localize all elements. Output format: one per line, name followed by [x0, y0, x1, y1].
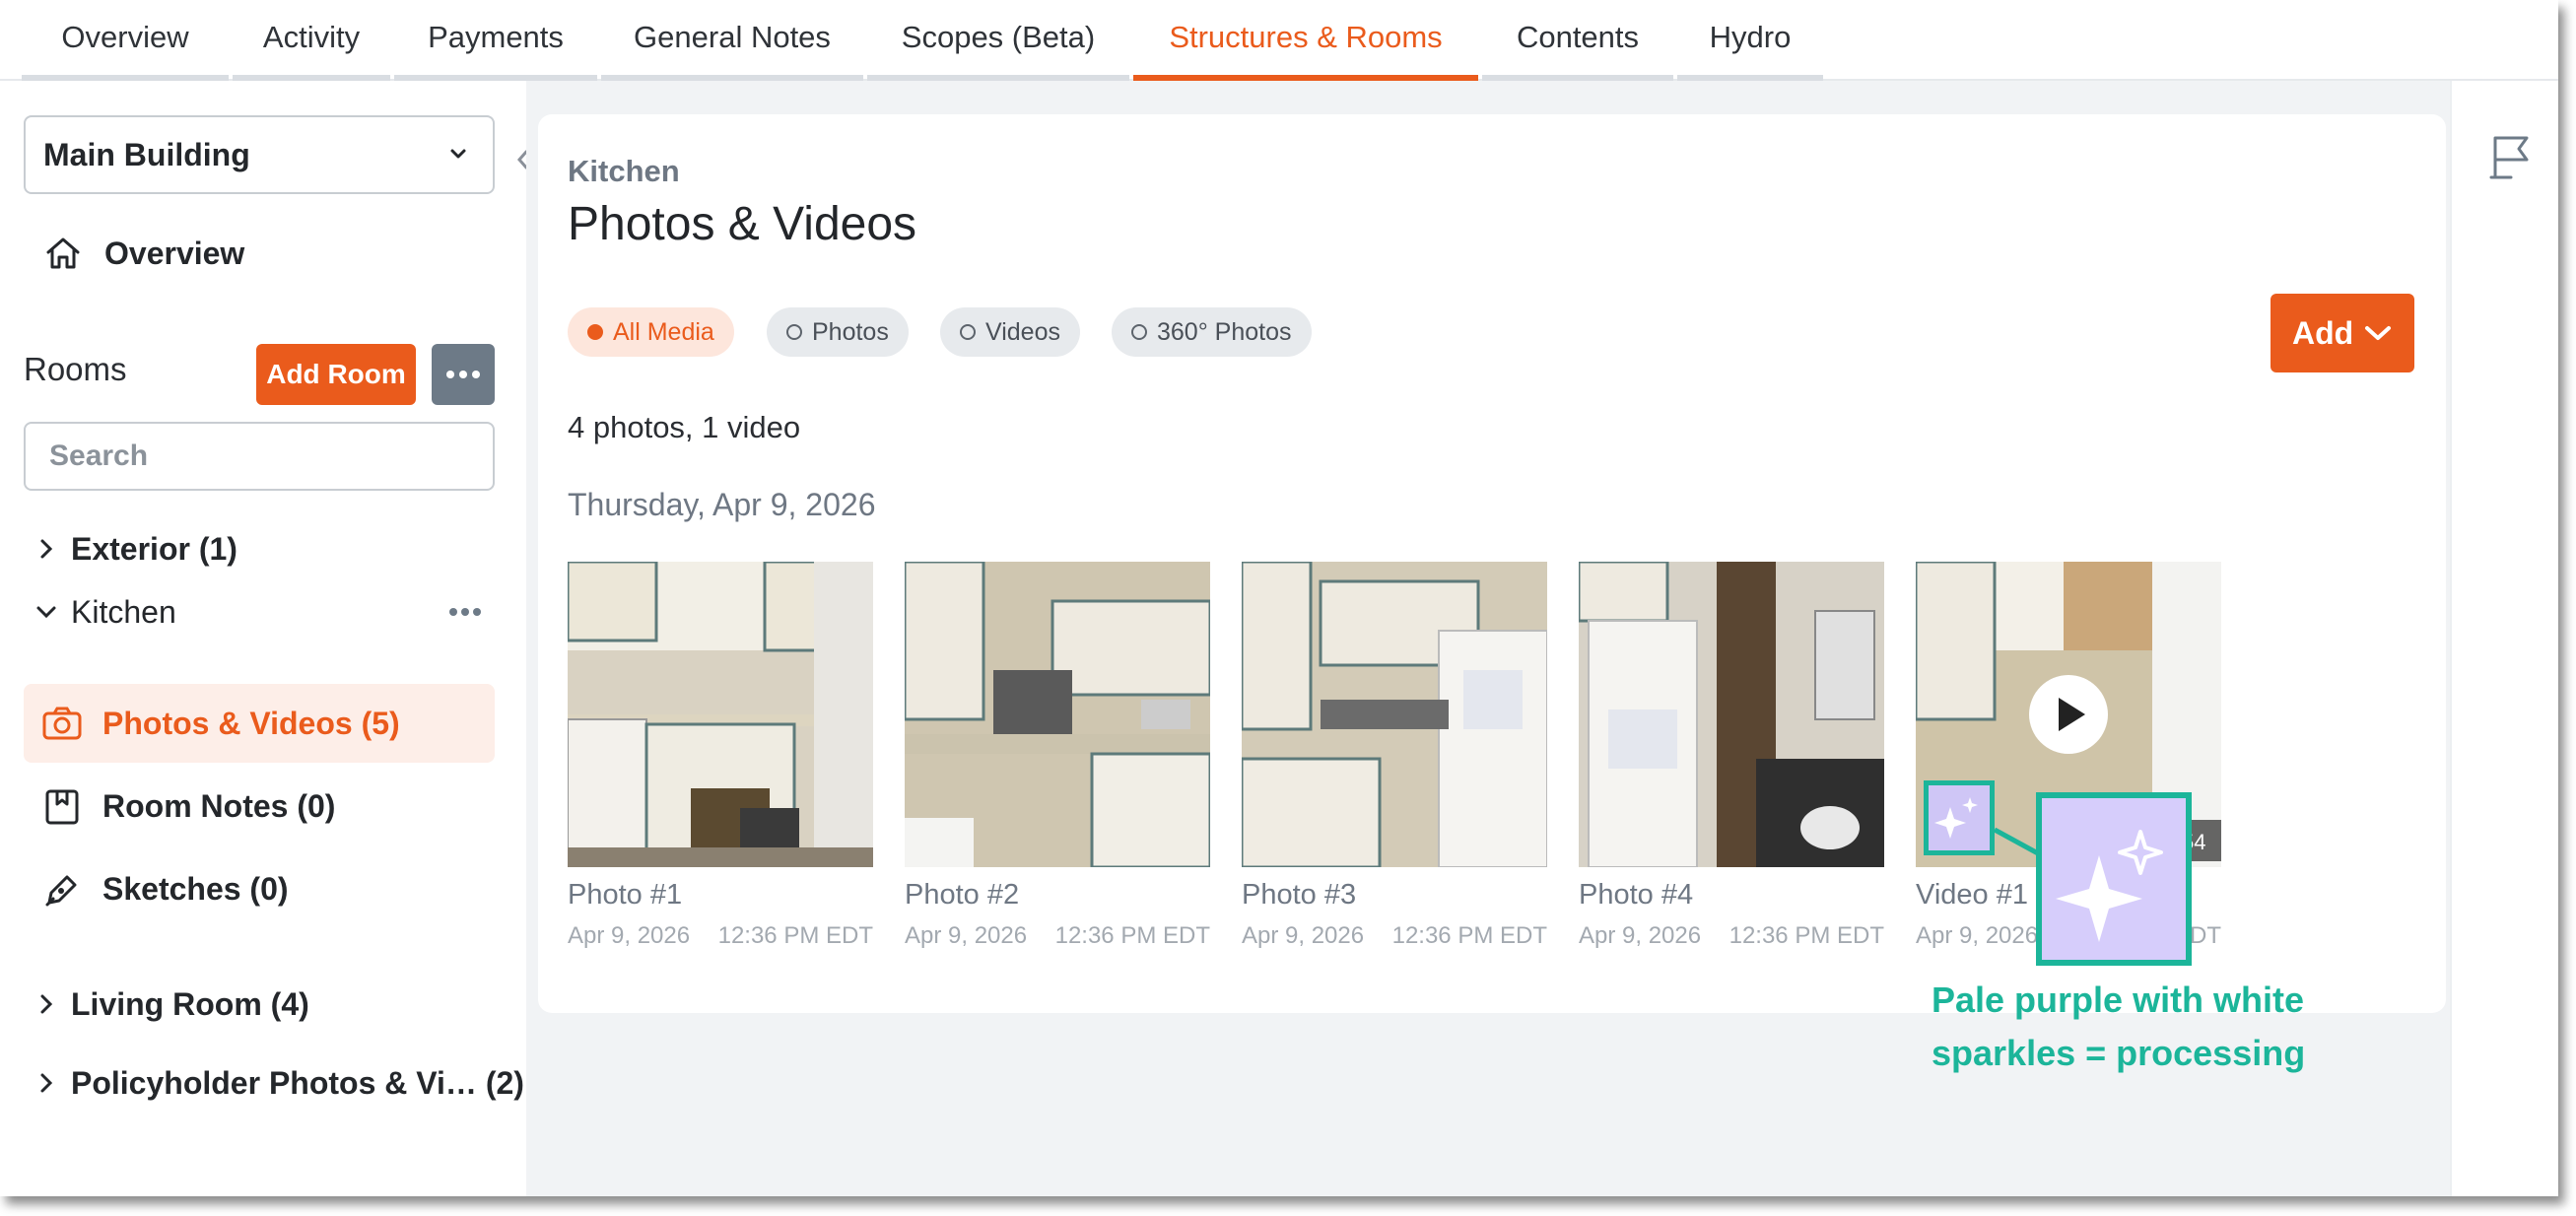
filter-label: All Media: [613, 317, 714, 346]
sparkles-icon: [2056, 830, 2163, 942]
media-time: 12:36 PM EDT: [1729, 922, 1884, 949]
media-date: Apr 9, 2026: [1242, 922, 1365, 949]
media-thumbnail-photo-3[interactable]: [1242, 562, 1547, 867]
sidebar-item-sketches[interactable]: Sketches (0): [24, 849, 495, 928]
tab-structures-rooms[interactable]: Structures & Rooms: [1133, 0, 1478, 81]
media-count: 4 photos, 1 video: [568, 410, 801, 444]
media-thumbnail-photo-1[interactable]: [568, 562, 873, 867]
note-icon: [45, 789, 79, 825]
rooms-more-button[interactable]: [432, 344, 495, 405]
filter-videos[interactable]: Videos: [940, 307, 1080, 357]
home-icon: [46, 237, 80, 269]
tree-item-label: Exterior (1): [71, 530, 237, 567]
sidebar-item-photos-videos[interactable]: Photos & Videos (5): [24, 684, 495, 763]
media-date: Apr 9, 2026: [905, 922, 1028, 949]
right-rail: [2450, 81, 2558, 1196]
more-horizontal-icon: [446, 371, 480, 378]
media-time: 12:36 PM EDT: [1391, 922, 1547, 949]
breadcrumb: Kitchen: [568, 154, 680, 188]
nav-overview[interactable]: Overview: [43, 229, 244, 278]
add-media-button[interactable]: Add: [2271, 294, 2414, 372]
media-thumbnail-photo-2[interactable]: [905, 562, 1210, 867]
kitchen-more-icon[interactable]: [445, 597, 485, 627]
app-window: Overview Activity Payments General Notes…: [0, 0, 2558, 1196]
filter-photos[interactable]: Photos: [767, 307, 909, 357]
media-date: Apr 9, 2026: [1916, 922, 2039, 949]
tab-activity[interactable]: Activity: [233, 0, 390, 81]
filter-all-media[interactable]: All Media: [568, 307, 734, 357]
tree-item-exterior[interactable]: Exterior (1): [35, 524, 237, 574]
media-label-photo-3[interactable]: Photo #3: [1242, 879, 1356, 912]
building-select-value: Main Building: [43, 136, 250, 172]
media-time: 12:36 PM EDT: [1054, 922, 1210, 949]
add-media-label: Add: [2292, 314, 2354, 351]
tree-item-policyholder[interactable]: Policyholder Photos & Vi… (2): [35, 1058, 524, 1108]
date-heading: Thursday, Apr 9, 2026: [568, 487, 876, 522]
filter-360-photos[interactable]: 360° Photos: [1112, 307, 1312, 357]
sidebar-item-room-notes[interactable]: Room Notes (0): [24, 767, 495, 845]
nav-overview-label: Overview: [104, 235, 245, 271]
radio-icon: [1131, 324, 1147, 340]
sidebar-item-label: Room Notes (0): [102, 787, 336, 824]
tab-general-notes[interactable]: General Notes: [601, 0, 863, 81]
tree-item-label: Living Room (4): [71, 985, 309, 1022]
media-label-photo-1[interactable]: Photo #1: [568, 879, 682, 912]
sidebar-item-label: Sketches (0): [102, 870, 289, 907]
chevron-right-icon: [40, 1073, 53, 1093]
chevron-right-icon: [40, 994, 53, 1014]
tab-payments[interactable]: Payments: [394, 0, 597, 81]
annotation-connector: [1995, 828, 2038, 856]
add-room-button[interactable]: Add Room: [256, 344, 416, 405]
flag-icon[interactable]: [2489, 132, 2533, 181]
processing-indicator-zoom: [2036, 792, 2192, 966]
pen-icon: [45, 875, 77, 907]
annotation-label: Pale purple with white sparkles = proces…: [1932, 980, 2306, 1073]
chevron-down-icon: [36, 606, 56, 619]
tree-item-kitchen[interactable]: Kitchen: [35, 587, 176, 637]
media-label-video-1[interactable]: Video #1: [1916, 879, 2028, 912]
filter-label: 360° Photos: [1157, 317, 1292, 346]
tree-item-label: Kitchen: [71, 593, 176, 630]
tree-item-label: Policyholder Photos & Vi… (2): [71, 1064, 524, 1101]
tab-contents[interactable]: Contents: [1482, 0, 1673, 81]
sidebar: Main Building Overview Rooms Add Room Ex…: [0, 81, 528, 1196]
filter-label: Photos: [812, 317, 889, 346]
filter-label: Videos: [985, 317, 1060, 346]
chevron-down-icon: [450, 149, 466, 159]
tab-bar: Overview Activity Payments General Notes…: [0, 0, 2558, 81]
processing-indicator-small: [1924, 780, 1995, 855]
page-title: Photos & Videos: [568, 198, 917, 250]
media-time: 12:36 PM EDT: [717, 922, 873, 949]
camera-icon: [42, 707, 82, 740]
media-label-photo-2[interactable]: Photo #2: [905, 879, 1019, 912]
room-search-input[interactable]: [24, 422, 495, 491]
media-thumbnail-photo-4[interactable]: [1579, 562, 1884, 867]
radio-icon: [587, 324, 603, 340]
tree-item-living-room[interactable]: Living Room (4): [35, 980, 309, 1029]
building-select[interactable]: Main Building: [24, 115, 495, 194]
sidebar-item-label: Photos & Videos (5): [102, 705, 400, 741]
sparkles-icon: [1934, 797, 1978, 839]
radio-icon: [960, 324, 976, 340]
media-date: Apr 9, 2026: [1579, 922, 1702, 949]
tab-hydro[interactable]: Hydro: [1677, 0, 1823, 81]
rooms-heading: Rooms: [24, 351, 127, 387]
chevron-right-icon: [40, 539, 53, 559]
tab-overview[interactable]: Overview: [22, 0, 229, 81]
tab-scopes[interactable]: Scopes (Beta): [867, 0, 1129, 81]
radio-icon: [786, 324, 802, 340]
media-date: Apr 9, 2026: [568, 922, 691, 949]
chevron-down-icon: [2365, 326, 2391, 340]
media-label-photo-4[interactable]: Photo #4: [1579, 879, 1693, 912]
